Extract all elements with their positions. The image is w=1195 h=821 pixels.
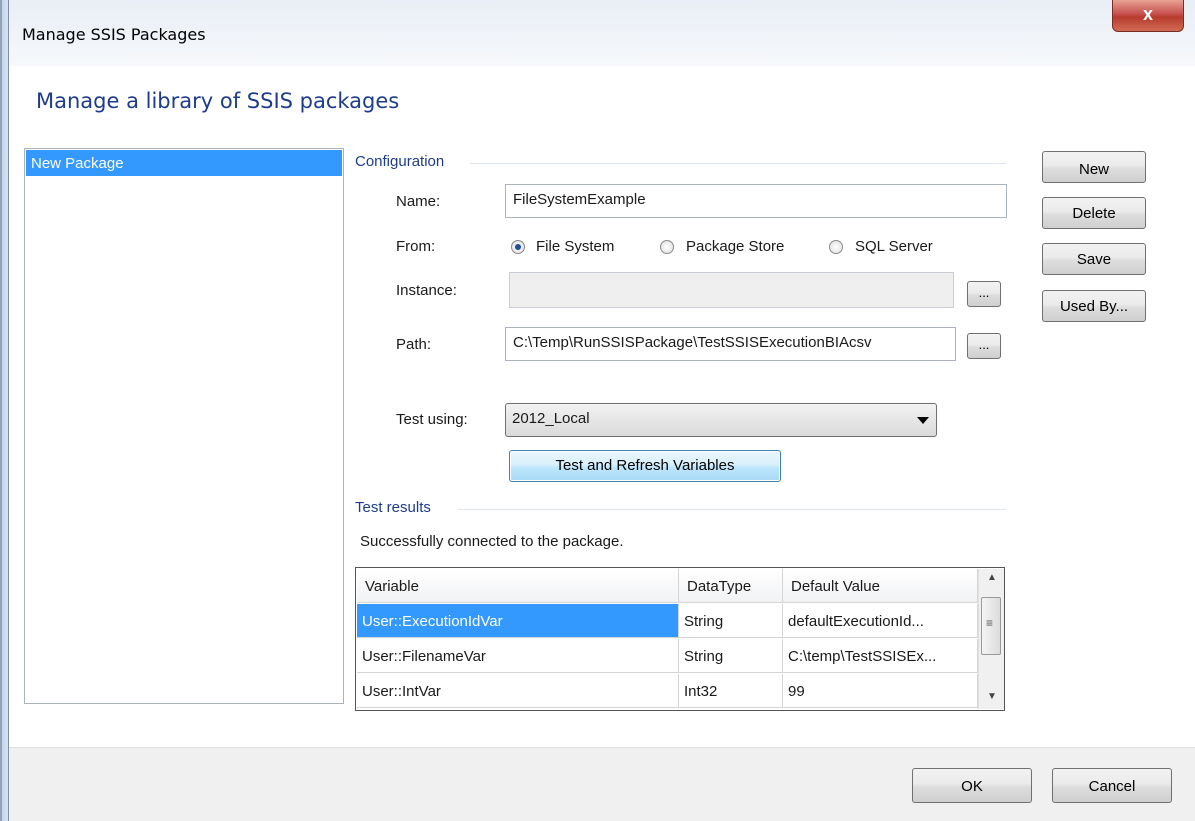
path-label: Path: (396, 336, 432, 353)
radio-sql-server[interactable] (829, 240, 843, 254)
scroll-up-arrow-icon[interactable]: ▲ (987, 572, 997, 583)
grid-cell-default-value[interactable]: C:\temp\TestSSISEx... (783, 639, 978, 673)
test-using-value: 2012_Local (512, 410, 590, 427)
test-results-divider (458, 509, 1006, 510)
grid-header-variable[interactable]: Variable (357, 569, 679, 603)
grid-cell-default-value[interactable]: defaultExecutionId... (783, 604, 978, 638)
radio-package-store[interactable] (660, 240, 674, 254)
grid-cell-datatype[interactable]: String (679, 604, 783, 638)
chevron-down-icon (917, 417, 929, 424)
grid-scrollbar[interactable]: ▲ ≡ ▼ (978, 569, 1004, 709)
name-input[interactable]: FileSystemExample (505, 184, 1007, 218)
test-results-group-label: Test results (355, 499, 439, 516)
package-list-item[interactable]: New Package (26, 150, 342, 176)
path-input[interactable]: C:\Temp\RunSSISPackage\TestSSISExecution… (505, 327, 956, 361)
delete-button[interactable]: Delete (1042, 197, 1146, 229)
grid-cell-datatype[interactable]: Int32 (679, 674, 783, 708)
grid-cell-variable[interactable]: User::IntVar (357, 674, 679, 708)
window-frame-edge (0, 0, 2, 821)
window-title: Manage SSIS Packages (22, 25, 206, 44)
radio-package-store-label[interactable]: Package Store (686, 238, 784, 255)
grip-icon: ≡ (986, 616, 994, 630)
name-label: Name: (396, 193, 441, 210)
configuration-group-label: Configuration (355, 153, 453, 170)
from-label: From: (396, 238, 436, 255)
radio-file-system-label[interactable]: File System (536, 238, 614, 255)
variables-grid[interactable]: Variable DataType Default Value User::Ex… (355, 567, 1005, 711)
configuration-divider (470, 163, 1006, 164)
grid-header-datatype[interactable]: DataType (679, 569, 783, 603)
grid-cell-variable[interactable]: User::FilenameVar (357, 639, 679, 673)
page-heading: Manage a library of SSIS packages (36, 89, 400, 113)
instance-label: Instance: (396, 282, 457, 299)
scrollbar-thumb[interactable]: ≡ (981, 597, 1001, 655)
save-button[interactable]: Save (1042, 243, 1146, 275)
grid-cell-variable[interactable]: User::ExecutionIdVar (357, 604, 679, 638)
radio-file-system[interactable] (511, 240, 525, 254)
cancel-button[interactable]: Cancel (1052, 768, 1172, 803)
ok-button[interactable]: OK (912, 768, 1032, 803)
scroll-down-arrow-icon[interactable]: ▼ (987, 691, 997, 702)
close-button[interactable]: x (1112, 0, 1184, 32)
new-button[interactable]: New (1042, 151, 1146, 183)
instance-input (509, 272, 954, 308)
grid-cell-datatype[interactable]: String (679, 639, 783, 673)
package-list[interactable]: New Package (24, 148, 344, 704)
used-by-button[interactable]: Used By... (1042, 290, 1146, 322)
path-browse-button[interactable]: ... (967, 333, 1001, 359)
grid-header-default-value[interactable]: Default Value (783, 569, 978, 603)
test-using-label: Test using: (396, 411, 468, 428)
grid-cell-default-value[interactable]: 99 (783, 674, 978, 708)
radio-sql-server-label[interactable]: SQL Server (855, 238, 933, 255)
test-refresh-button[interactable]: Test and Refresh Variables (509, 450, 781, 482)
test-results-message: Successfully connected to the package. (360, 533, 624, 550)
instance-browse-button: ... (967, 281, 1001, 307)
test-using-select[interactable]: 2012_Local (505, 403, 937, 437)
